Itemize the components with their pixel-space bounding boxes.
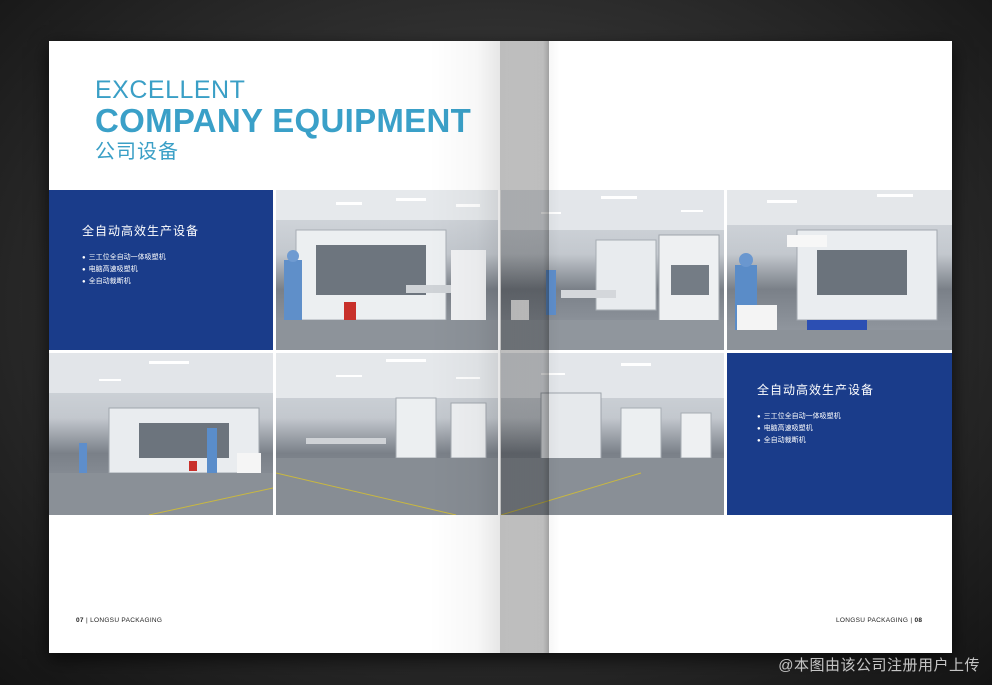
factory-photo-scene <box>276 353 498 515</box>
photo-grid: 全自动高效生产设备 三工位全自动一体吸塑机 电脑高速吸塑机 全自动裁断机 <box>49 190 952 515</box>
headline-chinese: 公司设备 <box>95 141 179 163</box>
list-item: 电脑高速吸塑机 <box>757 423 841 435</box>
headline: EXCELLENT COMPANY EQUIPMENT 公司设备 <box>95 77 471 165</box>
factory-photo-scene <box>501 353 724 515</box>
factory-photo <box>727 190 952 350</box>
brochure-spread: EXCELLENT COMPANY EQUIPMENT 公司设备 全自动高效生产… <box>49 41 952 653</box>
footer-separator: | <box>910 617 913 624</box>
factory-photo-scene <box>501 190 724 350</box>
footer-right: LONGSU PACKAGING | 08 <box>836 617 922 624</box>
page-number-right: 08 <box>914 617 923 624</box>
factory-photo-scene <box>727 190 952 350</box>
factory-photo <box>49 353 273 515</box>
factory-photo <box>276 190 498 350</box>
factory-photo-scene <box>276 190 498 350</box>
watermark: @本图由该公司注册用户上传 <box>778 657 980 674</box>
headline-company-equipment: COMPANY EQUIPMENT <box>95 102 472 139</box>
list-item: 三工位全自动一体吸塑机 <box>82 252 166 264</box>
factory-photo <box>501 353 724 515</box>
page-number-left: 07 <box>76 617 84 624</box>
info-panel-right: 全自动高效生产设备 三工位全自动一体吸塑机 电脑高速吸塑机 全自动裁断机 <box>727 353 952 515</box>
info-panel-left: 全自动高效生产设备 三工位全自动一体吸塑机 电脑高速吸塑机 全自动裁断机 <box>49 190 273 350</box>
list-item: 全自动裁断机 <box>757 435 841 447</box>
headline-excellent: EXCELLENT <box>95 76 246 104</box>
factory-photo <box>276 353 498 515</box>
list-item: 三工位全自动一体吸塑机 <box>757 411 841 423</box>
footer-brand-left: LONGSU PACKAGING <box>90 617 163 624</box>
list-item: 电脑高速吸塑机 <box>82 264 166 276</box>
list-item: 全自动裁断机 <box>82 276 166 288</box>
panel-title: 全自动高效生产设备 <box>82 224 200 238</box>
footer-left: 07 | LONGSU PACKAGING <box>76 617 162 624</box>
panel-title: 全自动高效生产设备 <box>757 383 875 397</box>
footer-separator: | <box>85 617 88 624</box>
factory-photo-scene <box>49 353 273 515</box>
panel-list: 三工位全自动一体吸塑机 电脑高速吸塑机 全自动裁断机 <box>757 411 841 447</box>
panel-list: 三工位全自动一体吸塑机 电脑高速吸塑机 全自动裁断机 <box>82 252 166 288</box>
factory-photo <box>501 190 724 350</box>
footer-brand-right: LONGSU PACKAGING <box>836 617 909 624</box>
